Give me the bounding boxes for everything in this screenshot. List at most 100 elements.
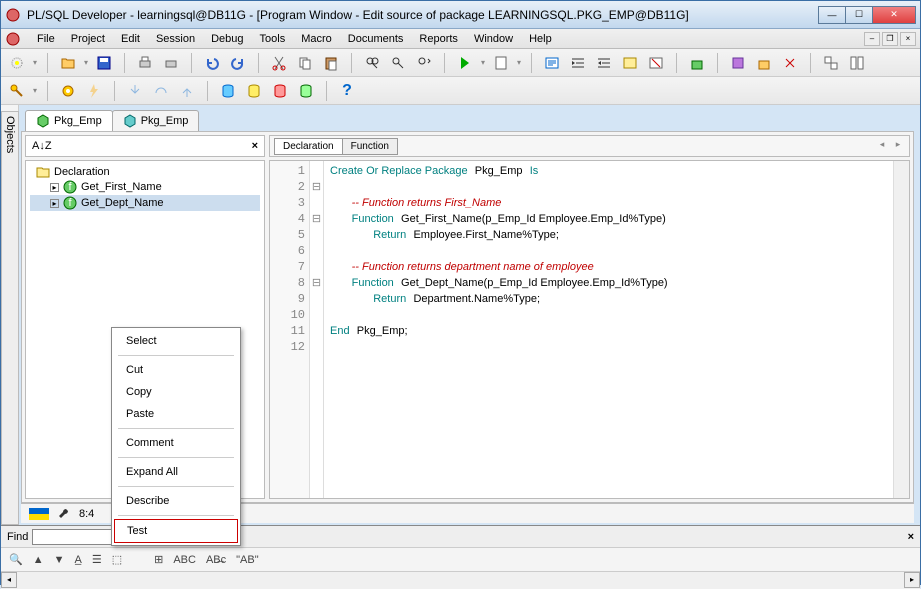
close-button[interactable]: ✕ (872, 6, 916, 24)
help-button[interactable]: ? (337, 81, 357, 101)
bottom-tool-up[interactable]: ▲ (33, 554, 44, 566)
context-select[interactable]: Select (114, 330, 238, 352)
doc-tab-label: Pkg_Emp (54, 115, 102, 127)
flash-button[interactable] (84, 81, 104, 101)
tree-close-icon[interactable]: × (252, 140, 258, 152)
menu-window[interactable]: Window (466, 31, 521, 47)
bottom-tool-case[interactable]: AB̶c (206, 554, 226, 566)
sub-tab-function[interactable]: Function (342, 138, 398, 155)
code-area[interactable]: Create Or Replace Package Pkg_Emp Is -- … (324, 161, 893, 498)
execute-button[interactable] (455, 53, 475, 73)
step-out-button[interactable] (177, 81, 197, 101)
db-yellow-button[interactable] (244, 81, 264, 101)
sub-tab-declaration[interactable]: Declaration (274, 138, 343, 155)
find-button[interactable] (362, 53, 382, 73)
tree-item-get-first-name[interactable]: ▸ f Get_First_Name (30, 179, 260, 195)
break-link-button[interactable] (780, 53, 800, 73)
scroll-right-icon[interactable]: ▸ (904, 572, 920, 588)
bottom-tool-down[interactable]: ▼ (54, 554, 65, 566)
doc-tab-pkg-emp-2[interactable]: Pkg_Emp (112, 110, 200, 131)
break-button[interactable] (491, 53, 511, 73)
tree-item-label: Get_Dept_Name (81, 197, 164, 209)
menu-file[interactable]: File (29, 31, 63, 47)
find-next-button[interactable] (414, 53, 434, 73)
bottom-tool-abc[interactable]: ABC (173, 554, 196, 566)
open-button[interactable] (58, 53, 78, 73)
menu-edit[interactable]: Edit (113, 31, 148, 47)
rollback-button[interactable] (754, 53, 774, 73)
step-into-button[interactable] (125, 81, 145, 101)
doc-tab-pkg-emp-1[interactable]: Pkg_Emp (25, 110, 113, 131)
menu-help[interactable]: Help (521, 31, 560, 47)
function-icon: f (63, 196, 77, 210)
cut-button[interactable] (269, 53, 289, 73)
bottom-tool-lines[interactable]: ☰ (92, 553, 102, 566)
mdi-close-button[interactable]: × (900, 32, 916, 46)
context-copy[interactable]: Copy (114, 381, 238, 403)
maximize-button[interactable]: ☐ (845, 6, 873, 24)
outdent-button[interactable] (594, 53, 614, 73)
code-editor[interactable]: 123456789101112 ⊟⊟⊟ Create Or Replace Pa… (269, 160, 910, 499)
menu-documents[interactable]: Documents (340, 31, 412, 47)
bottom-toolbar: 🔍 ▲ ▼ A̲ ☰ ⬚ ⊞ ABC AB̶c "AB" (1, 547, 920, 571)
paste-button[interactable] (321, 53, 341, 73)
context-cut[interactable]: Cut (114, 359, 238, 381)
gear-button[interactable] (58, 81, 78, 101)
line-gutter: 123456789101112 (270, 161, 310, 498)
nav-prev-icon[interactable]: ◂ (875, 139, 889, 153)
copy-button[interactable] (295, 53, 315, 73)
menu-project[interactable]: Project (63, 31, 113, 47)
nav-next-icon[interactable]: ▸ (891, 139, 905, 153)
print-setup-button[interactable] (161, 53, 181, 73)
tree-item-get-dept-name[interactable]: ▸ f Get_Dept_Name (30, 195, 260, 211)
step-over-button[interactable] (151, 81, 171, 101)
scroll-left-icon[interactable]: ◂ (1, 572, 17, 588)
mdi-minimize-button[interactable]: – (864, 32, 880, 46)
expand-icon[interactable]: ▸ (50, 183, 59, 192)
context-expand-all[interactable]: Expand All (114, 461, 238, 483)
tree-item-label: Get_First_Name (81, 181, 162, 193)
menu-reports[interactable]: Reports (411, 31, 466, 47)
cascade-button[interactable] (847, 53, 867, 73)
comment-button[interactable] (620, 53, 640, 73)
key-button[interactable] (7, 81, 27, 101)
explain-button[interactable] (542, 53, 562, 73)
save-button[interactable] (94, 53, 114, 73)
db-blue-button[interactable] (218, 81, 238, 101)
context-comment[interactable]: Comment (114, 432, 238, 454)
mdi-restore-button[interactable]: ❐ (882, 32, 898, 46)
bottom-tool-underline[interactable]: A̲ (74, 554, 81, 566)
context-describe[interactable]: Describe (114, 490, 238, 512)
menu-tools[interactable]: Tools (252, 31, 294, 47)
beautify-button[interactable] (728, 53, 748, 73)
redo-button[interactable] (228, 53, 248, 73)
print-button[interactable] (135, 53, 155, 73)
context-test[interactable]: Test (114, 519, 238, 543)
menu-macro[interactable]: Macro (293, 31, 340, 47)
tree-root[interactable]: Declaration (30, 165, 260, 179)
bottom-tool-rect[interactable]: ⬚ (112, 553, 122, 566)
uncomment-button[interactable] (646, 53, 666, 73)
vertical-scrollbar[interactable] (893, 161, 909, 498)
minimize-button[interactable]: — (818, 6, 846, 24)
commit-button[interactable] (687, 53, 707, 73)
sort-label[interactable]: A↓Z (32, 140, 52, 152)
find-binoculars-icon[interactable]: 🔍 (9, 553, 23, 566)
menu-session[interactable]: Session (148, 31, 203, 47)
new-button[interactable] (7, 53, 27, 73)
context-paste[interactable]: Paste (114, 403, 238, 425)
package-icon (123, 114, 137, 128)
bottom-tool-grid[interactable]: ⊞ (154, 553, 163, 566)
expand-icon[interactable]: ▸ (50, 199, 59, 208)
menu-debug[interactable]: Debug (203, 31, 251, 47)
indent-button[interactable] (568, 53, 588, 73)
horizontal-scrollbar[interactable]: ◂ ▸ (1, 571, 920, 589)
replace-button[interactable] (388, 53, 408, 73)
window-list-button[interactable] (821, 53, 841, 73)
side-tab-objects[interactable]: Objects (1, 111, 19, 525)
db-green-button[interactable] (296, 81, 316, 101)
find-close-icon[interactable]: × (908, 531, 914, 543)
bottom-tool-quote[interactable]: "AB" (236, 554, 258, 566)
undo-button[interactable] (202, 53, 222, 73)
db-red-button[interactable] (270, 81, 290, 101)
